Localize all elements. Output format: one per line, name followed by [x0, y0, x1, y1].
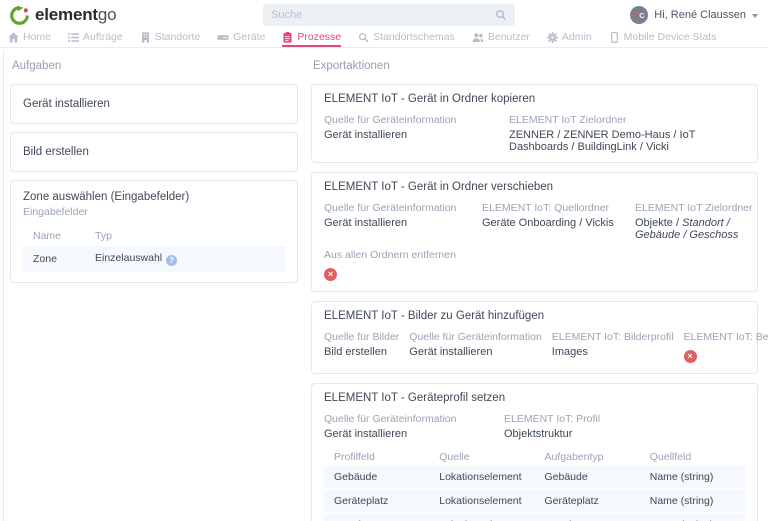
- task-card-zone-auswaehlen[interactable]: Zone auswählen (Eingabefelder) Eingabefe…: [10, 180, 298, 283]
- chevron-down-icon: [752, 14, 758, 18]
- field-zielordner: ELEMENT IoT Zielordner ZENNER / ZENNER D…: [509, 114, 696, 153]
- field-quelle-geraeteinformation: Quelle für Geräteinformation Gerät insta…: [324, 114, 457, 141]
- column-header-name: Name: [33, 230, 62, 242]
- brand-text: elementgo: [35, 5, 117, 24]
- export-action-card-verschieben[interactable]: ELEMENT IoT - Gerät in Ordner verschiebe…: [311, 172, 758, 292]
- nav-item-standortschemas[interactable]: Standortschemas: [358, 30, 455, 47]
- nav-item-standorte[interactable]: Standorte: [140, 30, 200, 47]
- column-header-quelle: Quelle: [439, 451, 470, 463]
- exportaktionen-title: Exportaktionen: [313, 60, 390, 72]
- field-quelle-geraeteinformation: Quelle für Geräteinformation Gerät insta…: [324, 202, 457, 229]
- logo-sync-icon: [10, 5, 29, 25]
- task-card-bild-erstellen[interactable]: Bild erstellen: [10, 132, 298, 172]
- home-icon: [8, 32, 19, 43]
- page-left-divider: [3, 50, 4, 521]
- export-action-card-geraeteprofil[interactable]: ELEMENT IoT - Geräteprofil setzen Quelle…: [311, 383, 758, 521]
- export-action-card-bilder-hinzufuegen[interactable]: ELEMENT IoT - Bilder zu Gerät hinzufügen…: [311, 301, 768, 374]
- column-header-quellfeld: Quellfeld: [649, 451, 692, 463]
- field-aus-allen-ordnern-entfernen: Aus allen Ordnern entfernen ×: [324, 249, 456, 281]
- aufgaben-panel: Aufgaben Gerät installieren Bild erstell…: [10, 55, 298, 521]
- field-name-cell: Zone: [23, 246, 85, 272]
- column-header-typ: Typ: [95, 230, 112, 242]
- nav-item-auftraege[interactable]: Aufträge: [68, 30, 123, 47]
- export-action-card-kopieren[interactable]: ELEMENT IoT - Gerät in Ordner kopieren Q…: [311, 84, 758, 163]
- column-header-profilfeld: Profilfeld: [334, 451, 375, 463]
- search-icon: [358, 32, 369, 43]
- hdd-icon: [217, 32, 229, 43]
- task-card-geraet-installieren[interactable]: Gerät installieren: [10, 84, 298, 124]
- users-icon: [472, 32, 484, 43]
- field-quelle-bilder: Quelle für Bilder Bild erstellen: [324, 331, 400, 358]
- nav-item-geraete[interactable]: Geräte: [217, 30, 265, 47]
- aufgaben-title: Aufgaben: [12, 60, 62, 72]
- avatar: RC: [630, 6, 649, 24]
- user-menu[interactable]: RC Hi, René Claussen: [630, 6, 758, 24]
- gear-icon: [546, 31, 558, 43]
- clipboard-icon: [282, 31, 293, 43]
- table-row: Zone Einzelauswahl?: [23, 246, 285, 272]
- field-quelle-geraeteinformation: Quelle für Geräteinformation Gerät insta…: [324, 413, 457, 440]
- field-quelle-geraeteinformation: Quelle für Geräteinformation Gerät insta…: [409, 331, 542, 358]
- profilfeld-mapping-table: Profilfeld Quelle Aufgabentyp Quellfeld …: [324, 448, 745, 521]
- app-logo[interactable]: elementgo: [10, 5, 117, 25]
- field-bilderprofil: ELEMENT IoT: Bilderprofil Images: [551, 331, 674, 358]
- field-zielordner: ELEMENT IoT Zielordner Objekte / Standor…: [635, 202, 753, 241]
- exportaktionen-panel: Exportaktionen ELEMENT IoT - Gerät in Or…: [311, 55, 768, 521]
- field-bilder-ueberschreiben: ELEMENT IoT: Bestehende Bilder überschre…: [683, 331, 768, 363]
- nav-item-home[interactable]: Home: [8, 30, 51, 47]
- nav-item-admin[interactable]: Admin: [546, 30, 592, 47]
- question-circle-icon[interactable]: ?: [166, 255, 178, 266]
- search-input[interactable]: Suche: [263, 4, 515, 26]
- nav-item-prozesse[interactable]: Prozesse: [282, 30, 342, 47]
- false-icon: ×: [324, 267, 337, 281]
- column-header-aufgabentyp: Aufgabentyp: [544, 451, 604, 463]
- field-typ-cell: Einzelauswahl?: [85, 246, 285, 272]
- search-icon: [495, 9, 507, 21]
- eingabefelder-table: Name Typ Zone Einzelauswahl?: [23, 226, 285, 272]
- nav-item-benutzer[interactable]: Benutzer: [472, 30, 530, 47]
- field-quellordner: ELEMENT IoT: Quellordner Geräte Onboardi…: [482, 202, 614, 229]
- field-profil: ELEMENT IoT: Profil Objektstruktur: [504, 413, 601, 440]
- app-header: elementgo Suche RC Hi, René Claussen: [0, 0, 768, 30]
- user-greeting: Hi, René Claussen: [654, 9, 746, 21]
- main-nav: Home Aufträge Standorte Geräte Prozesse …: [0, 30, 768, 48]
- table-row: Geschoss Lokationselement Geschoss Name …: [324, 513, 745, 521]
- table-row: Gebäude Lokationselement Gebäude Name (s…: [324, 466, 745, 490]
- table-row: Geräteplatz Lokationselement Geräteplatz…: [324, 489, 745, 514]
- search-placeholder: Suche: [271, 9, 303, 21]
- mobile-icon: [609, 31, 620, 43]
- building-icon: [140, 31, 151, 43]
- false-icon: ×: [683, 349, 697, 363]
- nav-item-mobile-device-stats[interactable]: Mobile Device Stats: [609, 30, 716, 47]
- main-content: Aufgaben Gerät installieren Bild erstell…: [0, 48, 768, 521]
- tasks-icon: [68, 32, 80, 43]
